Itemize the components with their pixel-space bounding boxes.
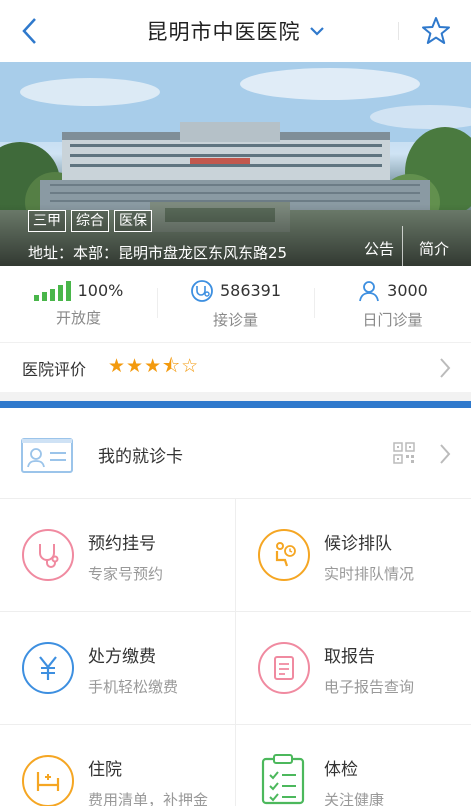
hospital-stats: 100% 开放度 586391 接诊量 3000 日门诊量 [0, 266, 471, 342]
stethoscope-icon [39, 544, 59, 568]
service-title: 取报告 [324, 647, 375, 667]
service-subtitle: 手机轻松缴费 [88, 678, 179, 696]
back-arrow-icon [22, 18, 36, 44]
chevron-right-icon [440, 358, 451, 378]
visits-label: 接诊量 [212, 310, 258, 329]
stethoscope-icon [191, 279, 213, 302]
service-subtitle: 费用清单，补押金 [88, 791, 209, 806]
service-report[interactable]: 取报告 电子报告查询 [235, 611, 471, 724]
service-subtitle: 关注健康 [324, 791, 385, 806]
service-subtitle: 电子报告查询 [324, 678, 415, 696]
checklist-icon [261, 754, 305, 805]
service-icon-circle [22, 755, 74, 806]
service-appointment[interactable]: 预约挂号 专家号预约 [0, 498, 235, 611]
hospital-tags: 三甲 综合 医保 [28, 210, 152, 232]
introduction-link[interactable]: 简介 [419, 238, 449, 259]
daily-outpatients-label: 日门诊量 [362, 310, 423, 329]
stat-visits: 586391 接诊量 [157, 266, 314, 342]
favorite-button[interactable] [419, 14, 453, 48]
hospital-address: 地址：本部：昆明市盘龙区东风东路25 [28, 244, 288, 262]
page: 昆明市中医医院 三甲 综合 医保 地址：本部：昆明市盘龙区东风东路25 公告 简… [0, 0, 471, 806]
service-subtitle: 实时排队情况 [324, 565, 415, 583]
qr-code-icon[interactable] [393, 442, 415, 464]
signal-bars-icon [33, 280, 71, 301]
banner-links: 公告 简介 [364, 226, 449, 266]
service-subtitle: 专家号预约 [88, 565, 164, 583]
report-icon [274, 656, 294, 680]
service-queue[interactable]: 候诊排队 实时排队情况 [235, 498, 471, 611]
star-icon [422, 17, 450, 44]
announcement-link[interactable]: 公告 [364, 238, 394, 259]
my-medical-card-row[interactable]: 我的就诊卡 [0, 408, 471, 498]
openness-label: 开放度 [55, 308, 101, 327]
daily-outpatients-value: 3000 [387, 281, 428, 300]
service-inpatient[interactable]: 住院 费用清单，补押金 [0, 724, 235, 806]
openness-value: 100% [77, 281, 124, 300]
service-title: 处方缴费 [88, 647, 156, 667]
top-bar: 昆明市中医医院 [0, 0, 471, 62]
service-icon-circle [22, 642, 74, 694]
services-grid: 预约挂号 专家号预约 候诊排队 实时排队情况 处方缴费 手机轻松缴费 取报告 电… [0, 498, 471, 806]
rating-label: 医院评价 [22, 359, 87, 379]
section-divider [0, 401, 471, 408]
hospital-banner: 三甲 综合 医保 地址：本部：昆明市盘龙区东风东路25 公告 简介 [0, 62, 471, 266]
service-icon-circle [22, 529, 74, 581]
hospital-rating-row[interactable]: 医院评价 ★★★⯪☆ [0, 342, 471, 392]
tag-type: 综合 [71, 210, 109, 232]
service-icon-circle [258, 642, 310, 694]
service-title: 住院 [88, 760, 122, 780]
my-medical-card-label: 我的就诊卡 [98, 447, 183, 467]
service-title: 体检 [324, 760, 358, 780]
yuan-icon [39, 656, 57, 680]
banner-divider [401, 226, 403, 266]
chevron-down-icon [309, 27, 324, 36]
id-card-icon [21, 438, 73, 473]
service-checkup[interactable]: 体检 关注健康 [235, 724, 471, 806]
service-payment[interactable]: 处方缴费 手机轻松缴费 [0, 611, 235, 724]
visits-value: 586391 [219, 281, 282, 300]
waiting-icon [275, 542, 296, 567]
stat-daily-outpatients: 3000 日门诊量 [314, 266, 471, 342]
person-icon [359, 280, 380, 301]
service-title: 候诊排队 [324, 534, 392, 554]
tag-insurance: 医保 [114, 210, 152, 232]
hospital-selector[interactable]: 昆明市中医医院 [147, 16, 325, 46]
service-title: 预约挂号 [88, 534, 156, 554]
stat-openness: 100% 开放度 [0, 266, 157, 342]
back-button[interactable] [14, 15, 44, 47]
tag-grade: 三甲 [28, 210, 66, 232]
page-title: 昆明市中医医院 [146, 20, 301, 44]
rating-stars: ★★★⯪☆ [108, 354, 200, 377]
hospital-bed-icon [36, 772, 60, 791]
service-icon-circle [258, 529, 310, 581]
chevron-right-icon [440, 444, 451, 464]
header-divider [398, 22, 399, 40]
